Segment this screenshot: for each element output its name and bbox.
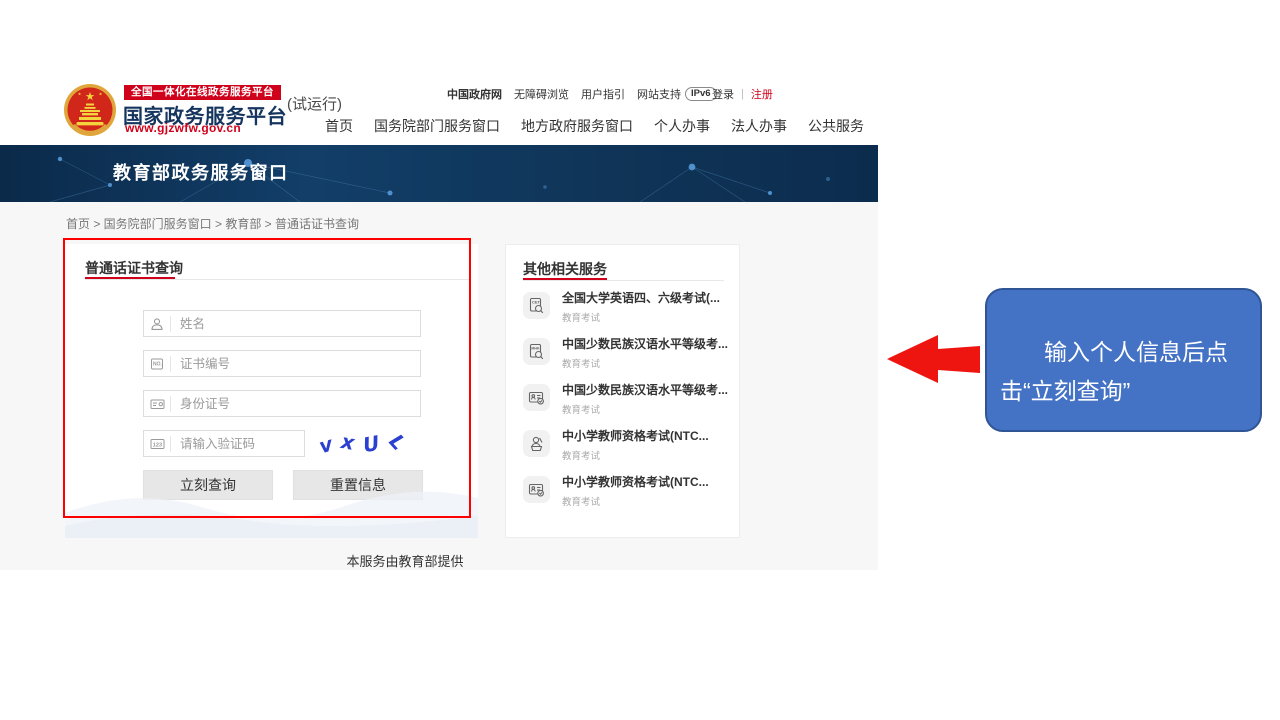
captcha-number-icon: 123 [144,436,171,452]
name-input[interactable] [171,312,420,335]
svg-text:NO.: NO. [153,361,163,367]
page: 全国一体化在线政务服务平台 国家政务服务平台 www.gjzwfw.gov.cn… [0,0,1280,720]
service-title: 中小学教师资格考试(NTC... [562,475,709,489]
captcha-char: L [385,429,411,455]
callout-text-line2: 击“立刻查询” [1000,372,1246,411]
link-user-guide[interactable]: 用户指引 [581,86,625,102]
main-nav: 首页 国务院部门服务窗口 地方政府服务窗口 个人办事 法人办事 公共服务 [325,116,885,136]
service-category: 教育考试 [562,402,728,416]
captcha-char: v [316,431,335,458]
title-divider-rule [523,280,724,281]
name-field-wrap [143,310,421,337]
service-provider-note: 本服务由教育部提供 [0,551,810,570]
service-item-mhk-2[interactable]: 中国少数民族汉语水平等级考... 教育考试 [523,383,728,429]
nav-public-services[interactable]: 公共服务 [808,116,864,136]
callout-text-line1: 输入个人信息后点 [1000,333,1246,372]
svg-text:MHK: MHK [531,347,540,351]
captcha-char: x [339,429,356,455]
site-header: 全国一体化在线政务服务平台 国家政务服务平台 www.gjzwfw.gov.cn… [0,0,878,145]
link-site-support[interactable]: 网站支持 IPv6 [637,86,717,102]
certificate-number-field-wrap: NO. [143,350,421,377]
service-item-mhk-1[interactable]: MHK 中国少数民族汉语水平等级考... 教育考试 [523,337,728,383]
captcha-image[interactable]: v x U L [319,432,411,456]
svg-text:123: 123 [152,442,161,448]
id-card-check-icon [523,476,550,503]
query-card-title: 普通话证书查询 [85,258,183,278]
mhk-exam-icon: MHK [523,338,550,365]
mountain-watermark-decoration [65,468,478,538]
site-support-label: 网站支持 [637,86,681,102]
annotation-callout: 输入个人信息后点 击“立刻查询” [985,288,1262,432]
certificate-number-icon: NO. [144,356,171,372]
id-number-input[interactable] [171,392,420,415]
nav-local-gov-windows[interactable]: 地方政府服务窗口 [521,116,633,136]
captcha-char: U [361,430,381,456]
related-card-title: 其他相关服务 [523,259,607,279]
site-url: www.gjzwfw.gov.cn [125,121,241,135]
login-link[interactable]: 登录 [712,86,734,102]
service-category: 教育考试 [562,310,720,324]
china-national-emblem-icon [63,83,117,137]
utility-nav: 中国政府网 无障碍浏览 用户指引 网站支持 IPv6 [447,86,729,102]
nav-personal-services[interactable]: 个人办事 [654,116,710,136]
left-block-arrow-icon [884,332,982,386]
captcha-field-wrap: 123 [143,430,305,457]
certificate-number-input[interactable] [171,352,420,375]
department-window-title: 教育部政务服务窗口 [113,145,289,202]
hero-banner: 教育部政务服务窗口 [0,145,878,202]
id-card-icon [144,396,171,412]
id-number-field-wrap [143,390,421,417]
id-card-check-icon [523,384,550,411]
service-item-ntce-1[interactable]: 中小学教师资格考试(NTC... 教育考试 [523,429,728,475]
cet-exam-icon: CET [523,292,550,319]
login-group: 登录 | 注册 [712,86,773,102]
nav-state-council-windows[interactable]: 国务院部门服务窗口 [374,116,500,136]
service-title: 全国大学英语四、六级考试(... [562,291,720,305]
integrated-platform-banner: 全国一体化在线政务服务平台 [124,85,281,100]
person-icon [144,316,171,332]
register-link[interactable]: 注册 [751,86,773,102]
link-china-gov[interactable]: 中国政府网 [447,86,502,102]
content-area: 首页 > 国务院部门服务窗口 > 教育部 > 普通话证书查询 普通话证书查询 [0,202,878,570]
breadcrumb[interactable]: 首页 > 国务院部门服务窗口 > 教育部 > 普通话证书查询 [66,215,359,232]
service-title: 中国少数民族汉语水平等级考... [562,337,728,351]
login-divider: | [741,88,744,100]
service-title: 中小学教师资格考试(NTC... [562,429,709,443]
service-item-ntce-2[interactable]: 中小学教师资格考试(NTC... 教育考试 [523,475,728,521]
service-category: 教育考试 [562,448,709,462]
title-divider-rule [85,279,470,280]
teacher-exam-icon [523,430,550,457]
nav-legal-entity-services[interactable]: 法人办事 [731,116,787,136]
service-title: 中国少数民族汉语水平等级考... [562,383,728,397]
nav-home[interactable]: 首页 [325,116,353,136]
related-services-list: CET 全国大学英语四、六级考试(... 教育考试 MHK [523,291,728,521]
link-accessibility[interactable]: 无障碍浏览 [514,86,569,102]
service-category: 教育考试 [562,356,728,370]
service-item-cet[interactable]: CET 全国大学英语四、六级考试(... 教育考试 [523,291,728,337]
trial-run-label: (试运行) [287,93,342,114]
related-services-card: 其他相关服务 CET 全国大学英语四、六级考试(... 教育考试 [505,244,740,538]
service-category: 教育考试 [562,494,709,508]
putonghua-query-card: 普通话证书查询 [65,244,478,538]
svg-text:CET: CET [532,300,541,305]
